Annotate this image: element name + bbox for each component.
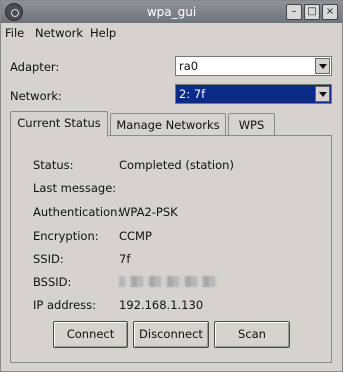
network-value: 2: 7f <box>179 87 206 101</box>
menu-bar: File Network Help <box>1 23 342 43</box>
ssid-value: 7f <box>119 252 131 266</box>
maximize-icon[interactable]: □ <box>304 4 320 20</box>
chevron-down-icon[interactable] <box>315 58 330 74</box>
status-value: Completed (station) <box>119 158 234 172</box>
minimize-icon[interactable]: – <box>286 4 302 20</box>
ip-address-value: 192.168.1.130 <box>119 298 204 312</box>
network-label: Network: <box>10 89 62 103</box>
tab-current-status[interactable]: Current Status <box>10 111 108 137</box>
title-bar[interactable]: wpa_gui – □ × <box>1 1 342 23</box>
adapter-select[interactable]: ra0 <box>175 56 332 76</box>
wpa-gui-window: wpa_gui – □ × File Network Help Adapter:… <box>0 0 343 372</box>
chevron-down-icon[interactable] <box>315 86 330 102</box>
tab-wps[interactable]: WPS <box>228 113 275 136</box>
bssid-row: BSSID: <box>11 275 311 289</box>
ip-address-label: IP address: <box>33 298 97 312</box>
bssid-label: BSSID: <box>33 275 72 289</box>
menu-network[interactable]: Network <box>35 26 83 40</box>
last-message-label: Last message: <box>33 181 117 195</box>
authentication-label: Authentication: <box>33 205 122 219</box>
scan-button[interactable]: Scan <box>214 321 290 348</box>
authentication-value: WPA2-PSK <box>119 205 178 219</box>
encryption-label: Encryption: <box>33 229 99 243</box>
network-select[interactable]: 2: 7f <box>175 84 332 104</box>
encryption-value: CCMP <box>119 229 152 243</box>
close-icon[interactable]: × <box>322 4 338 20</box>
connect-button[interactable]: Connect <box>53 321 128 348</box>
tab-manage-networks[interactable]: Manage Networks <box>110 113 226 136</box>
menu-file[interactable]: File <box>5 26 24 40</box>
menu-help[interactable]: Help <box>90 26 116 40</box>
bssid-value-redacted <box>119 276 219 287</box>
ssid-label: SSID: <box>33 252 64 266</box>
adapter-label: Adapter: <box>10 60 60 74</box>
status-label: Status: <box>33 158 74 172</box>
disconnect-button[interactable]: Disconnect <box>133 321 209 348</box>
adapter-value: ra0 <box>179 59 199 73</box>
